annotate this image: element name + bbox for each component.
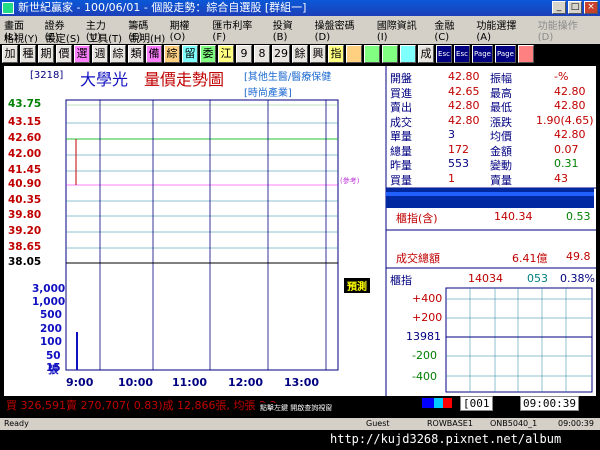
ticker-line: 買 326,591賣 270,707( 0.83)成 12,866張, 均張 2… xyxy=(6,397,401,412)
quote-value: 0.07 xyxy=(554,142,579,156)
time-tick-label: 9:00 xyxy=(66,376,94,389)
price-tick-label: 39.20 xyxy=(8,225,42,237)
ticker-text: 買 326,591賣 270,707( 0.83)成 12,866張, 均張 2… xyxy=(6,399,277,412)
quote-value: 42.80 xyxy=(448,99,480,112)
otc-index-change: 0.53 xyxy=(566,210,591,223)
volume-tick-label: 張 xyxy=(48,364,59,376)
volume-tick-label: 200 xyxy=(40,323,62,335)
quote-value: 43 xyxy=(554,171,568,185)
quote-label: 賣量 xyxy=(490,173,512,187)
quote-value: -% xyxy=(554,70,569,83)
status-time: 09:00:39 xyxy=(558,419,594,428)
price-tick-label: 39.80 xyxy=(8,209,42,221)
status-ready: Ready xyxy=(4,419,29,428)
order-depth-bar xyxy=(386,188,594,208)
price-tick-label: 42.00 xyxy=(8,148,42,160)
price-tick-label: 43.15 xyxy=(8,116,42,128)
turnover-label: 成交總額 xyxy=(396,252,440,265)
price-tick-label: 43.75 xyxy=(8,98,42,110)
quote-value: 42.80 xyxy=(554,99,586,112)
quote-value: 172 xyxy=(448,142,469,156)
price-tick-label: 38.05 xyxy=(8,256,42,268)
otc-axis-label: 13981 xyxy=(406,330,441,343)
clock-time: 09:00:39 xyxy=(520,396,579,411)
turnover-value: 6.41億 xyxy=(512,252,548,265)
otc-chart-label: 櫃指 xyxy=(390,274,412,287)
otc-chart-pct: 0.38% xyxy=(560,272,595,285)
time-tick-label: 12:00 xyxy=(228,376,264,389)
status-guest: Guest xyxy=(366,419,390,428)
volume-tick-label: 100 xyxy=(40,336,62,348)
quote-value: 3 xyxy=(448,128,455,141)
time-tick-label: 10:00 xyxy=(118,376,154,389)
otc-index-value: 140.34 xyxy=(494,210,533,223)
volume-tick-label: 500 xyxy=(40,309,62,321)
time-tick-label: 13:00 xyxy=(284,376,320,389)
signal-bar xyxy=(422,398,452,408)
reference-note: (參考) xyxy=(340,177,360,185)
otc-axis-label: +400 xyxy=(412,292,443,305)
price-tick-label: 42.60 xyxy=(8,132,42,144)
otc-index-label: 櫃指(含) xyxy=(396,212,438,225)
otc-axis-label: +200 xyxy=(412,311,443,324)
chart-plot-border xyxy=(65,99,339,371)
ticker-hint[interactable]: 點擊左鍵 開啟查詢視窗 xyxy=(258,403,335,413)
time-tick-label: 11:00 xyxy=(172,376,208,389)
turnover-pct: 49.8 xyxy=(566,250,591,263)
quote-value: 553 xyxy=(448,157,469,170)
order-depth-bar-line xyxy=(386,192,594,196)
quote-value: 1 xyxy=(448,171,455,185)
quote-value: 42.80 xyxy=(554,84,586,98)
quote-value: 42.80 xyxy=(448,70,480,83)
otc-axis-label: -200 xyxy=(412,349,437,362)
otc-chart-value: 14034 xyxy=(468,272,503,285)
price-tick-label: 38.65 xyxy=(8,241,42,253)
otc-chart-change: 053 xyxy=(527,272,548,285)
clock-code[interactable]: [001 xyxy=(460,396,493,411)
quote-value: 1.90(4.65) xyxy=(536,113,594,127)
quote-value: 42.65 xyxy=(448,84,480,98)
quote-value: 0.31 xyxy=(554,157,579,170)
price-tick-label: 40.35 xyxy=(8,194,42,206)
trial-badge[interactable]: 預測 xyxy=(344,278,370,293)
quote-label: 買量 xyxy=(390,173,412,187)
status-connection: ONB5040_1 xyxy=(490,419,538,428)
quote-value: 42.80 xyxy=(554,128,586,141)
status-server: ROWBASE1 xyxy=(427,419,473,428)
price-tick-label: 40.90 xyxy=(8,178,42,190)
status-bar: Ready Guest ROWBASE1 ONB5040_1 09:00:39 xyxy=(0,418,600,430)
price-tick-label: 41.45 xyxy=(8,164,42,176)
otc-plot-border xyxy=(445,287,593,393)
watermark: http://kujd3268.pixnet.net/album xyxy=(330,432,562,446)
volume-tick-label: 1,000 xyxy=(32,296,66,308)
volume-tick-label: 3,000 xyxy=(32,283,66,295)
volume-tick-label: 50 xyxy=(46,350,61,362)
otc-axis-label: -400 xyxy=(412,370,437,383)
quote-value: 42.80 xyxy=(448,113,480,127)
